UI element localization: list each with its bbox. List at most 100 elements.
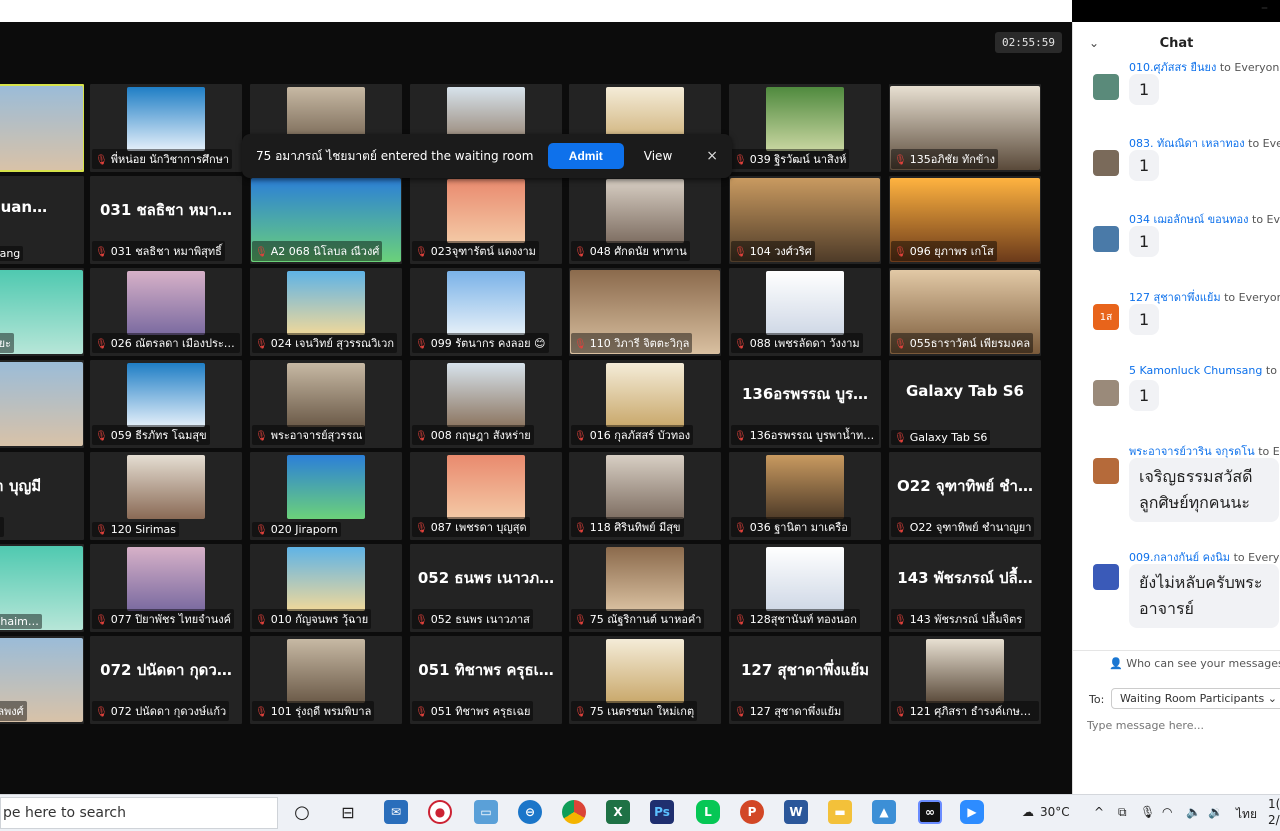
chat-sender-name[interactable]: 009.กลางกันย์ คงนิม [1129, 551, 1230, 564]
participant-tile[interactable]: 🎙 048 ศักดนัย หาทาน [569, 176, 721, 264]
powerpoint-icon[interactable]: P [740, 800, 764, 824]
photoshop-icon[interactable]: Ps [650, 800, 674, 824]
participant-tile[interactable]: da Juan… 🎙da Juansang [0, 176, 84, 264]
muted-mic-icon: 🎙 [95, 155, 108, 166]
chat-recipient: to Everyone [1252, 213, 1280, 226]
chevron-up-icon[interactable]: ^ [1094, 805, 1104, 819]
mail-icon[interactable]: ✉ [384, 800, 408, 824]
participant-tile[interactable]: 🎙 101 รุ่งฤดี พรมพิบาล [250, 636, 402, 724]
participant-tile[interactable]: 🎙 016 กุลภัสสร์ บัวทอง [569, 360, 721, 448]
muted-mic-icon: 🎙 [415, 247, 428, 258]
participant-tile[interactable]: 🎙 121 ศุภิสรา ธำรงค์เกษพิทั… [889, 636, 1041, 724]
clock-date: 2/ [1268, 813, 1280, 827]
recipient-dropdown[interactable]: Waiting Room Participants ⌄ [1111, 688, 1280, 709]
word-icon[interactable]: W [784, 800, 808, 824]
participant-tile[interactable]: 🎙 087 เพชรดา บุญสุด [410, 452, 562, 540]
admit-button[interactable]: Admit [547, 143, 624, 169]
participant-tile[interactable]: Galaxy Tab S6 🎙 Galaxy Tab S6 [889, 360, 1041, 448]
wifi-icon[interactable]: ◠ [1162, 805, 1172, 819]
participant-tile[interactable]: 🎙 120 Sirimas [90, 452, 242, 540]
record-app-icon[interactable]: ● [428, 800, 452, 824]
participant-tile[interactable]: 🎙ตะวัน [0, 360, 84, 448]
device-icon[interactable]: ⧉ [1118, 805, 1127, 820]
clock-time[interactable]: 1( [1268, 797, 1280, 811]
participant-tile[interactable]: 🎙 088 เพชรลัดดา วังงาม [729, 268, 881, 356]
participant-tile[interactable]: O22 จุฑาทิพย์ ชำ… 🎙 O22 จุฑาทิพย์ ชำนาญยา [889, 452, 1041, 540]
minimize-icon[interactable]: – [1261, 0, 1268, 16]
participant-tile[interactable]: 🎙 010 กัญจนพร วุ้ฉาย [250, 544, 402, 632]
participant-name: 🎙 A2 068 นิโลบล ณีวงศ์ [252, 241, 383, 261]
chat-sender-name[interactable]: 127 สุชาดาพึ่งแย้ม [1129, 291, 1221, 304]
weather-temp[interactable]: 30°C [1040, 805, 1070, 819]
participant-tile[interactable]: ชนา บุญมี🎙ชนา บุญมี [0, 452, 84, 540]
participant-tile[interactable]: 🎙 055ธาราวัตน์ เพียรมงคล [889, 268, 1041, 356]
participant-tile[interactable]: 🎙 024 เจนวิทย์ สุวรรณวิเวก [250, 268, 402, 356]
participant-tile[interactable]: 🎙 023จุฑารัตน์ แดงงาม [410, 176, 562, 264]
store-icon[interactable]: ▭ [474, 800, 498, 824]
participant-tile[interactable]: 031 ชลธิชา หมา… 🎙 031 ชลธิชา หมาพิสุทธิ์ [90, 176, 242, 264]
excel-icon[interactable]: X [606, 800, 630, 824]
chrome-icon[interactable] [562, 800, 586, 824]
microphone-icon[interactable]: 🎙 [1140, 805, 1155, 819]
weather-icon[interactable]: ☁ [1022, 805, 1034, 819]
participant-video [0, 362, 83, 446]
chat-sender-name[interactable]: พระอาจารย์วาริน จกุรดโน [1129, 445, 1255, 458]
participant-name-text: 120 Sirimas [110, 523, 176, 536]
participant-tile[interactable]: 052 ธนพร เนาวภ… 🎙 052 ธนพร เนาวภาส [410, 544, 562, 632]
participant-tile[interactable]: 🎙 พี่หน่อย นักวิชาการศึกษา [90, 84, 242, 172]
chat-sender-name[interactable]: 034 เฌอลักษณ์ ขอนทอง [1129, 213, 1249, 226]
zoom-icon[interactable]: ▶ [960, 800, 984, 824]
participant-tile[interactable]: 143 พัชรภรณ์ ปลื้… 🎙 143 พัชรภรณ์ ปลื้มจิต… [889, 544, 1041, 632]
participant-tile[interactable]: 🎙 A2 068 นิโลบล ณีวงศ์ [250, 176, 402, 264]
participant-tile[interactable]: 🎙 พระอาจารย์สุวรรณ [250, 360, 402, 448]
participant-tile[interactable]: 🎙 118 ศิรินทิพย์ มีสุข [569, 452, 721, 540]
participant-tile[interactable]: 🎙 75 ณัฐริกานต์ นาหอคำ [569, 544, 721, 632]
participant-tile[interactable]: 🎙 036 ฐานิตา มาเครือ [729, 452, 881, 540]
volume-icon[interactable]: 🔈 [1186, 805, 1201, 819]
participant-tile[interactable]: 🎙 135อภิชัย ทักข้าง [889, 84, 1041, 172]
participant-tile[interactable]: 🎙 096 ยุภาพร เกโส [889, 176, 1041, 264]
muted-mic-icon: 🎙 [95, 615, 108, 626]
participant-tile[interactable]: 🎙 104 วงศ์วริศ [729, 176, 881, 264]
participant-tile[interactable]: 072 ปนัดดา กุดว… 🎙 072 ปนัดดา กุดวงษ์แก้ว [90, 636, 242, 724]
participant-tile[interactable]: 🎙 039 ฐิรวัฒน์ นาสิงห์ [729, 84, 881, 172]
task-view-icon[interactable]: ⊟ [336, 800, 360, 824]
chat-sender-name[interactable]: 010.ศุภัสสร ยืนยง [1129, 61, 1216, 74]
participant-tile[interactable]: 🎙okporn chaim… [0, 544, 84, 632]
participant-tile[interactable]: 🎙 75 เนตรชนก ใหม่เกตุ [569, 636, 721, 724]
participant-tile[interactable]: 🎙ฎา ไชยัญยะ [0, 268, 84, 356]
participant-name-text: 135อภิชัย ทักข้าง [909, 153, 995, 166]
muted-mic-icon: 🎙 [95, 707, 108, 718]
participant-tile[interactable]: 136อรพรรณ บูร… 🎙 136อรพรรณ บูรพาน้ำทรั… [729, 360, 881, 448]
chat-input[interactable] [1087, 719, 1267, 732]
taskbar-search-box[interactable]: pe here to search [0, 797, 278, 829]
muted-mic-icon: 🎙 [734, 247, 747, 258]
chat-sender-name[interactable]: 5 Kamonluck Chumsang [1129, 364, 1262, 377]
who-can-see-link[interactable]: 👤 Who can see your messages? R [1109, 657, 1280, 670]
participant-tile[interactable]: 🎙 026 ณัตรลดา เมืองประสิทธิ์ [90, 268, 242, 356]
participant-tile[interactable]: 🎙 020 Jiraporn [250, 452, 402, 540]
participant-tile[interactable]: 🎙 128สุชานันท์ ทองนอก [729, 544, 881, 632]
task-view-circle-icon[interactable]: ○ [290, 800, 314, 824]
chat-title: Chat [1159, 36, 1194, 51]
participant-tile[interactable]: 127 สุชาดาพึ่งแย้ม 🎙 127 สุชาดาพึ่งแย้ม [729, 636, 881, 724]
participant-tile[interactable]: 🎙 110 วิภารี จิตตะวิกุล [569, 268, 721, 356]
language-indicator[interactable]: ไทย [1236, 805, 1257, 824]
speaker-icon[interactable]: 🔉 [1208, 805, 1223, 819]
meet-app-icon[interactable]: ∞ [918, 800, 942, 824]
folder-icon[interactable]: ▬ [828, 800, 852, 824]
participant-tile[interactable]: 🎙 059 ธีรภัทร โฉมสุข [90, 360, 242, 448]
chat-sender-name[interactable]: 083. ทัณณิดา เหลาทอง [1129, 137, 1245, 150]
photos-icon[interactable]: ▲ [872, 800, 896, 824]
line-icon[interactable]: L [696, 800, 720, 824]
participant-video [766, 547, 844, 611]
participant-tile[interactable]: 🎙 099 รัตนากร คงลอย 😊 [410, 268, 562, 356]
participant-tile[interactable]: 🎙 077 ปิยาพัชร ไทยจำนงค์ [90, 544, 242, 632]
view-button[interactable]: View [644, 149, 672, 163]
participant-tile[interactable]: 051 ทิชาพร ครุธเ… 🎙 051 ทิชาพร ครุธเฉย [410, 636, 562, 724]
app-circle-icon[interactable]: ⊖ [518, 800, 542, 824]
participant-tile[interactable]: 🎙ณี เลิศวิมลพงศ์ [0, 636, 84, 724]
participant-tile[interactable]: 🎙 008 กฤษฎา สังหร่าย [410, 360, 562, 448]
participant-tile[interactable] [0, 84, 84, 172]
close-icon[interactable]: × [706, 148, 718, 164]
